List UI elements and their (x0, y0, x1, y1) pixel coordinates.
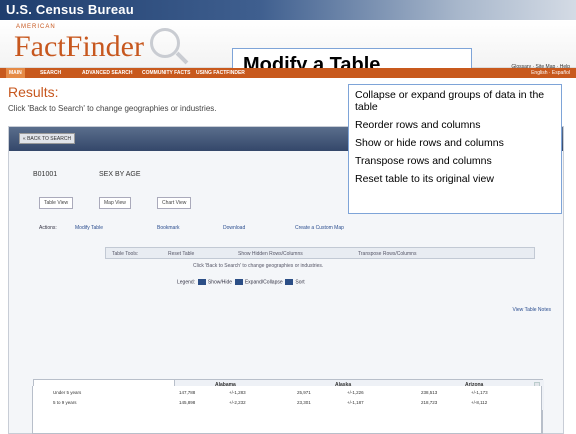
callout-item: Transpose rows and columns (355, 155, 492, 167)
tools-label: Table Tools: (112, 251, 139, 257)
magnifier-icon (150, 28, 180, 58)
legend-item: Show/Hide (207, 279, 233, 286)
sort-icon (285, 279, 294, 285)
legend-label: Legend: (177, 279, 196, 286)
nav-item-search[interactable]: SEARCH (40, 70, 61, 76)
table-row: Under 5 years 147,788 +/-1,283 25,971 +/… (33, 390, 543, 397)
factfinder-logo[interactable]: FactFinder (14, 30, 144, 64)
table-cell: +/-2,232 (229, 400, 246, 405)
results-subtitle: Click 'Back to Search' to change geograp… (8, 104, 217, 113)
callout-item: Reset table to its original view (355, 173, 494, 185)
actions-label: Actions: (39, 225, 57, 231)
download-link[interactable]: Download (223, 225, 245, 231)
tools-hint: Click 'Back to Search' to change geograp… (193, 263, 324, 269)
table-id: B01001 (33, 171, 58, 178)
table-cell: +/-1,226 (347, 390, 364, 395)
table-cell: 218,723 (421, 400, 438, 405)
table-continuation: Under 5 years 147,788 +/-1,283 25,971 +/… (32, 386, 542, 434)
nav-item-advanced-search[interactable]: ADVANCED SEARCH (82, 70, 132, 76)
table-tools-bar: Table Tools: Reset Table Show Hidden Row… (105, 247, 535, 259)
table-cell: 25,971 (297, 390, 311, 395)
table-cell: +/-8,112 (471, 400, 488, 405)
census-title: U.S. Census Bureau (6, 2, 134, 17)
callout-item: Show or hide rows and columns (355, 137, 504, 149)
tab-table-view[interactable]: Table View (39, 197, 74, 209)
main-nav: MAIN SEARCH ADVANCED SEARCH COMMUNITY FA… (0, 68, 576, 78)
show-hidden-button[interactable]: Show Hidden Rows/Columns (238, 251, 303, 257)
callout-item: Collapse or expand groups of data in the… (355, 89, 545, 113)
table-notes-link[interactable]: View Table Notes (513, 307, 551, 313)
tab-chart-view[interactable]: Chart View (157, 197, 192, 209)
row-label: Under 5 years (53, 390, 82, 395)
table-cell: +/-1,173 (471, 390, 488, 395)
nav-item-using-factfinder[interactable]: USING FACTFINDER (196, 70, 245, 76)
legend-item: Expand/Collapse (244, 279, 283, 286)
factfinder-header: AMERICAN FactFinder Modify a Table Gloss… (0, 20, 576, 82)
table-cell: +/-1,187 (347, 400, 364, 405)
create-map-link[interactable]: Create a Custom Map (295, 225, 344, 231)
tab-map-view[interactable]: Map View (99, 197, 131, 209)
table-cell: 147,788 (179, 390, 196, 395)
legend-item: Sort (295, 279, 305, 286)
nav-item-community-facts[interactable]: COMMUNITY FACTS (142, 70, 191, 76)
reset-table-button[interactable]: Reset Table (168, 251, 194, 257)
show-hide-icon (197, 279, 206, 285)
feature-callout: Collapse or expand groups of data in the… (348, 84, 562, 214)
bookmark-link[interactable]: Bookmark (157, 225, 180, 231)
table-name: SEX BY AGE (99, 171, 141, 178)
table-row: 5 to 9 years 145,898 +/-2,232 23,301 +/-… (33, 400, 543, 407)
transpose-button[interactable]: Transpose Rows/Columns (358, 251, 416, 257)
callout-item: Reorder rows and columns (355, 119, 481, 131)
back-to-search-button[interactable]: « BACK TO SEARCH (19, 133, 75, 144)
modify-table-link[interactable]: Modify Table (75, 225, 103, 231)
language-links[interactable]: English · Español (531, 70, 570, 76)
legend: Legend: Show/Hide Expand/Collapse Sort (177, 279, 305, 285)
table-cell: 145,898 (179, 400, 196, 405)
census-banner: U.S. Census Bureau (0, 0, 576, 20)
table-cell: 23,301 (297, 400, 311, 405)
table-cell: 238,513 (421, 390, 438, 395)
nav-item-main[interactable]: MAIN (6, 68, 25, 78)
actions-row: Actions: Modify Table Bookmark Download … (39, 225, 539, 235)
results-title: Results: (8, 84, 59, 100)
row-label: 5 to 9 years (53, 400, 77, 405)
expand-collapse-icon (234, 279, 243, 285)
table-cell: +/-1,283 (229, 390, 246, 395)
